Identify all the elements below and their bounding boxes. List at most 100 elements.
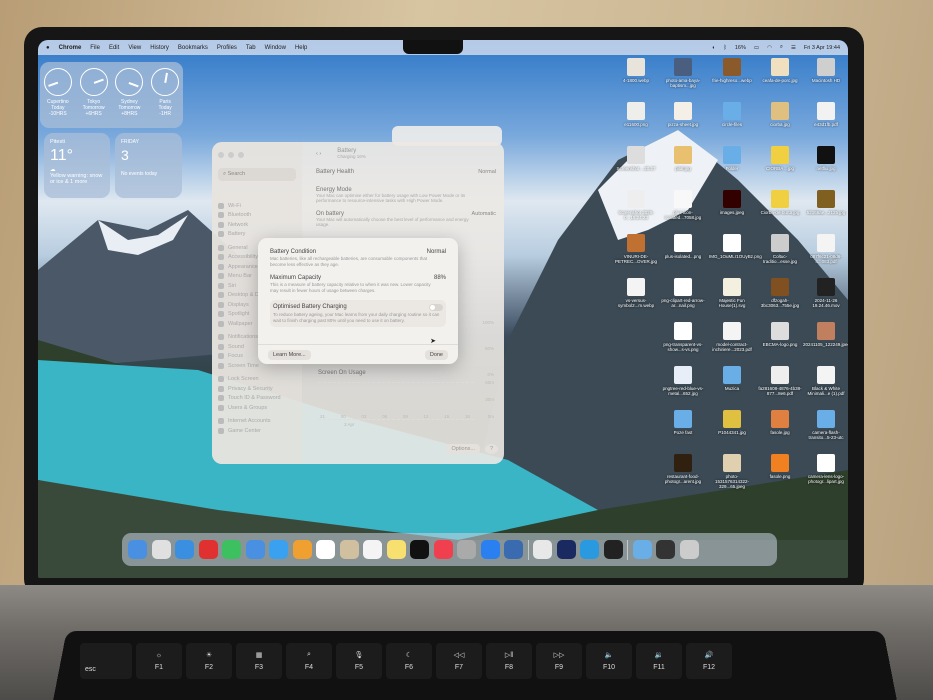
key-f3[interactable]: ▦ F3 xyxy=(236,643,282,679)
dock-app-icon[interactable] xyxy=(386,540,406,559)
desktop-file-icon[interactable]: camera-lens-logo-photogr...lipart.jpg xyxy=(803,454,848,484)
menu-window[interactable]: Window xyxy=(265,45,286,51)
control-center-icon[interactable]: ☰ xyxy=(791,45,796,51)
menu-file[interactable]: File xyxy=(90,45,100,51)
desktop-file-icon[interactable]: netflix.jpg xyxy=(803,146,848,171)
dock-app-icon[interactable] xyxy=(222,540,241,559)
learn-more-button[interactable]: Learn More... xyxy=(268,349,311,360)
desktop-file-icon[interactable]: Screenshot ...20.27 xyxy=(613,146,659,171)
desktop-file-icon[interactable]: 2024-11-26 19.24.46.mov xyxy=(803,278,848,308)
battery-health-value[interactable]: Normal xyxy=(478,169,496,175)
menu-help[interactable]: Help xyxy=(295,45,307,51)
dock-app-icon[interactable] xyxy=(245,540,265,559)
desktop-file-icon[interactable]: EBCMA-logo.png xyxy=(757,322,803,347)
status-icon[interactable]: ◐ xyxy=(712,45,715,51)
desktop-file-icon[interactable]: pizza-sheet.jpg xyxy=(660,102,706,127)
desktop-file-icon[interactable]: Poze fast xyxy=(660,410,706,435)
key-f4[interactable]: ⌕ F4 xyxy=(286,643,332,679)
world-clock-widget[interactable]: Cupertino Today -10HRS Tokyo Tomorrow +6HRS … xyxy=(40,62,183,128)
dock-app-icon[interactable] xyxy=(580,540,599,559)
dock-app-icon[interactable] xyxy=(198,540,218,559)
calendar-widget[interactable]: FRIDAY 3 No events today xyxy=(115,133,182,198)
dock-app-icon[interactable] xyxy=(504,540,523,559)
sidebar-item[interactable]: Lock Screen xyxy=(218,375,296,385)
dock-app-icon[interactable] xyxy=(603,540,623,559)
desktop-file-icon[interactable]: pngtree-red-blue-vs-metal...652.jpg xyxy=(660,366,706,396)
desktop-file-icon[interactable]: Ciorba-de-burta.jpg xyxy=(757,190,803,215)
options-button[interactable]: Options... xyxy=(446,444,480,454)
sidebar-item[interactable]: Users & Groups xyxy=(218,403,296,413)
dock-app-icon[interactable] xyxy=(533,540,552,559)
desktop-file-icon[interactable]: Black & White Minimali...e (1).pdf xyxy=(803,366,848,396)
desktop-file-icon[interactable]: plus-isolated...png xyxy=(660,234,706,259)
menu-tab[interactable]: Tab xyxy=(246,45,256,51)
desktop-file-icon[interactable]: Folder xyxy=(709,146,755,171)
desktop-file-icon[interactable]: pilaf.jpg xyxy=(660,146,706,171)
menu-view[interactable]: View xyxy=(128,45,141,51)
help-button[interactable]: ? xyxy=(484,444,498,454)
menu-app-name[interactable]: Chrome xyxy=(59,45,82,51)
desktop-file-icon[interactable]: Majestic Fun House(1).svg xyxy=(709,278,755,308)
desktop-file-icon[interactable]: 20241105_122249.jpeg xyxy=(803,322,848,347)
desktop-file-icon[interactable]: 087f6c21-08d6-4...083.pdf xyxy=(803,234,848,264)
desktop-file-icon[interactable]: camera-flash-transito...5-23-utc xyxy=(803,410,848,440)
desktop-file-icon[interactable]: photo-1531576314322-329...65.jpeg xyxy=(709,454,755,489)
desktop-file-icon[interactable]: plus-icon-isolated...7058.jpg xyxy=(660,190,706,220)
battery-percent[interactable]: 16% xyxy=(735,45,746,51)
desktop-file-icon[interactable]: png-transparent-vs-show...s-vs.png xyxy=(660,322,706,352)
desktop-file-icon[interactable]: Macintosh HD xyxy=(803,58,848,83)
key-f6[interactable]: ☾ F6 xyxy=(386,643,432,679)
key-f1[interactable]: ☼ F1 xyxy=(136,643,182,679)
desktop-file-icon[interactable]: 52166ae...2125.jpg xyxy=(803,190,848,215)
done-button[interactable]: Done xyxy=(424,349,448,360)
dock-app-icon[interactable] xyxy=(480,540,500,559)
desktop-file-icon[interactable]: ceafa-de-porc.jpg xyxy=(757,58,803,83)
menu-clock[interactable]: Fri 3 Apr 19:44 xyxy=(804,45,840,51)
dock-app-icon[interactable] xyxy=(556,540,576,559)
desktop-file-icon[interactable]: e43d1fb.pdf xyxy=(803,102,848,127)
menu-edit[interactable]: Edit xyxy=(109,45,119,51)
search-icon[interactable]: ⌕ xyxy=(780,44,783,51)
desktop-file-icon[interactable]: images.jpeg xyxy=(709,190,755,215)
on-battery-select[interactable]: Automatic xyxy=(472,211,496,227)
optimised-charging-toggle[interactable] xyxy=(429,304,443,311)
desktop-file-icon[interactable]: e11600.png xyxy=(613,102,659,127)
back-button[interactable]: ‹ › xyxy=(316,151,321,157)
key-f5[interactable]: 🎙 F5 xyxy=(336,643,382,679)
desktop-file-icon[interactable]: IMG_1OuMLr1OUyBz.png xyxy=(709,234,762,259)
sidebar-item[interactable]: Privacy & Security xyxy=(218,384,296,394)
menu-profiles[interactable]: Profiles xyxy=(217,45,237,51)
desktop-file-icon[interactable]: Muzica xyxy=(709,366,755,391)
dock-app-icon[interactable] xyxy=(339,540,359,559)
dock-app-icon[interactable] xyxy=(316,540,335,559)
desktop-file-icon[interactable]: vs-versus-symbol2...m.webp xyxy=(613,278,659,308)
sidebar-item[interactable]: Network xyxy=(218,220,296,230)
menu-history[interactable]: History xyxy=(150,45,169,51)
dock-app-icon[interactable] xyxy=(269,540,288,559)
key-f10[interactable]: 🔈 F10 xyxy=(586,643,632,679)
key-esc[interactable]: esc xyxy=(80,643,132,679)
desktop-file-icon[interactable]: circle-files xyxy=(709,102,755,127)
menu-bookmarks[interactable]: Bookmarks xyxy=(178,45,208,51)
key-f11[interactable]: 🔉 F11 xyxy=(636,643,682,679)
key-f8[interactable]: ▷‖ F8 xyxy=(486,643,532,679)
weather-widget[interactable]: Pitesti 11° ☁ Yellow warning: snow or ic… xyxy=(44,133,110,198)
battery-icon[interactable]: ▭ xyxy=(754,45,759,51)
desktop-file-icon[interactable]: Screenshot 2025-0...18.24.23 xyxy=(613,190,659,220)
sidebar-item[interactable]: Touch ID & Password xyxy=(218,394,296,404)
apple-icon[interactable]: ● xyxy=(46,45,50,51)
dock-app-icon[interactable] xyxy=(433,540,453,559)
key-f7[interactable]: ◁◁ F7 xyxy=(436,643,482,679)
desktop-file-icon[interactable]: ciorba.jpg xyxy=(757,102,803,127)
minimize-button[interactable] xyxy=(228,152,234,158)
dock-app-icon[interactable] xyxy=(292,540,312,559)
dock-app-icon[interactable] xyxy=(457,540,476,559)
desktop-file-icon[interactable]: fasole.jpg xyxy=(757,410,803,435)
wifi-icon[interactable]: ◠ xyxy=(767,45,772,51)
zoom-button[interactable] xyxy=(238,152,244,158)
dock-app-icon[interactable] xyxy=(128,540,147,559)
dock-app-icon[interactable] xyxy=(679,540,699,559)
desktop-file-icon[interactable]: dfzogah-3bc3063...755e.jpg xyxy=(757,278,803,308)
dock-app-icon[interactable] xyxy=(632,540,652,559)
dock-app-icon[interactable] xyxy=(363,540,382,559)
